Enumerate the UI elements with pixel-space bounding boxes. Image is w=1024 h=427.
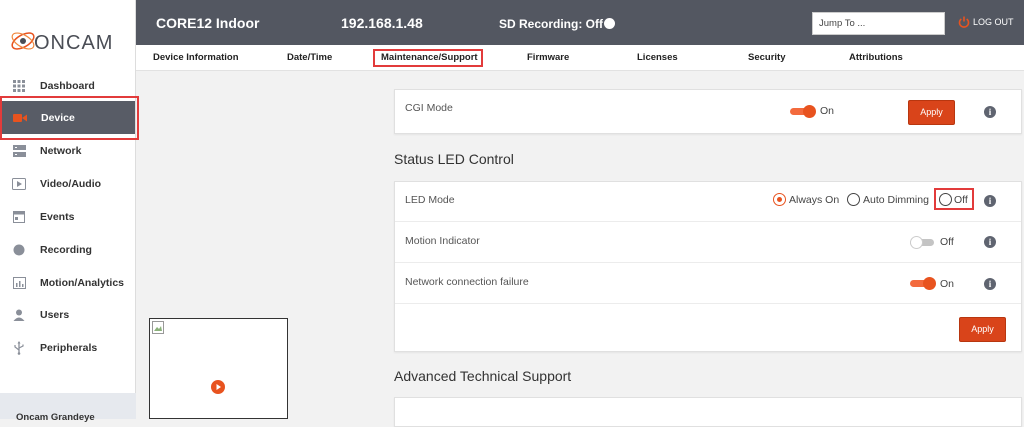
tab-device-information[interactable]: Device Information [153,52,239,63]
footer-device-name: Oncam Grandeye [16,412,95,423]
sidebar-item-recording[interactable]: Recording [0,233,136,266]
tab-firmware[interactable]: Firmware [527,52,569,63]
advanced-section-title: Advanced Technical Support [394,368,572,384]
row-divider [395,262,1021,263]
usb-icon [11,340,27,356]
sidebar-item-users[interactable]: Users [0,298,136,331]
cgi-info-icon[interactable]: i [984,106,996,118]
led-apply-button[interactable]: Apply [959,317,1006,342]
sidebar-item-label: Users [40,308,70,321]
logout-button[interactable]: LOG OUT [958,16,1014,28]
live-view-thumbnail[interactable] [149,318,288,419]
jump-to-placeholder: Jump To ... [819,18,866,29]
sidebar: ONCAM Dashboard Device Network Video/Aud… [0,0,136,423]
led-auto-dimming-label[interactable]: Auto Dimming [863,194,929,206]
chart-icon [11,275,27,291]
sidebar-item-label: Dashboard [40,79,95,92]
play-icon[interactable] [211,380,225,394]
sidebar-item-peripherals[interactable]: Peripherals [0,331,136,364]
play-screen-icon [11,176,27,192]
cgi-mode-state: On [820,105,835,117]
network-failure-info-icon[interactable]: i [984,278,996,290]
led-mode-label: LED Mode [405,194,455,206]
sidebar-item-label: Motion/Analytics [40,276,125,289]
calendar-icon [11,209,27,225]
sd-recording-status: SD Recording: Off [499,17,603,31]
oncam-logo[interactable]: ONCAM [8,22,133,62]
led-off-radio[interactable] [939,193,952,206]
tab-licenses[interactable]: Licenses [637,52,678,63]
sidebar-item-label: Network [40,144,82,157]
advanced-support-card [394,397,1022,427]
led-mode-info-icon[interactable]: i [984,195,996,207]
led-control-card: LED Mode Always On Auto Dimming Off i Mo… [394,181,1022,352]
sidebar-item-video-audio[interactable]: Video/Audio [0,167,136,200]
row-divider [395,221,1021,222]
motion-indicator-state: Off [940,236,954,248]
led-always-on-radio[interactable] [773,193,786,206]
cgi-mode-toggle[interactable] [790,105,816,118]
led-off-label[interactable]: Off [954,194,968,206]
cgi-apply-button[interactable]: Apply [908,100,955,125]
broken-image-icon [152,321,164,334]
sidebar-item-motion-analytics[interactable]: Motion/Analytics [0,266,136,299]
tab-attributions[interactable]: Attributions [849,52,903,63]
tab-date-time[interactable]: Date/Time [287,52,332,63]
sidebar-item-label: Peripherals [40,341,98,354]
ip-address: 192.168.1.48 [341,15,423,31]
led-auto-dimming-radio[interactable] [847,193,860,206]
active-tab-highlight-box [373,49,483,67]
brand-name: ONCAM [34,32,114,54]
power-icon [958,16,970,28]
server-icon [11,143,27,159]
sidebar-device-footer: Oncam Grandeye [0,393,136,423]
cgi-mode-label: CGI Mode [405,102,453,114]
device-highlight-box [0,96,139,140]
sd-status-dot-icon [604,18,615,29]
network-failure-label: Network connection failure [405,276,529,288]
sidebar-item-label: Recording [40,243,92,256]
device-name: CORE12 Indoor [156,15,260,31]
tab-security[interactable]: Security [748,52,786,63]
tab-bar: Device Information Date/Time Maintenance… [136,45,1024,71]
network-failure-state: On [940,278,955,290]
logout-label: LOG OUT [973,17,1014,27]
row-divider [395,303,1021,304]
sidebar-item-events[interactable]: Events [0,200,136,233]
record-dot-icon [11,242,27,258]
jump-to-input[interactable]: Jump To ... [812,12,945,35]
top-bar: CORE12 Indoor 192.168.1.48 SD Recording:… [136,0,1024,45]
led-section-title: Status LED Control [394,151,514,167]
motion-indicator-info-icon[interactable]: i [984,236,996,248]
dashboard-grid-icon [11,78,27,94]
motion-indicator-toggle[interactable] [910,236,936,249]
network-failure-toggle[interactable] [910,277,936,290]
sidebar-item-label: Video/Audio [40,177,102,190]
motion-indicator-label: Motion Indicator [405,235,480,247]
user-icon [11,307,27,323]
led-always-on-label[interactable]: Always On [789,194,839,206]
cgi-mode-card: CGI Mode On Apply i [394,89,1022,134]
sidebar-item-label: Events [40,210,75,223]
